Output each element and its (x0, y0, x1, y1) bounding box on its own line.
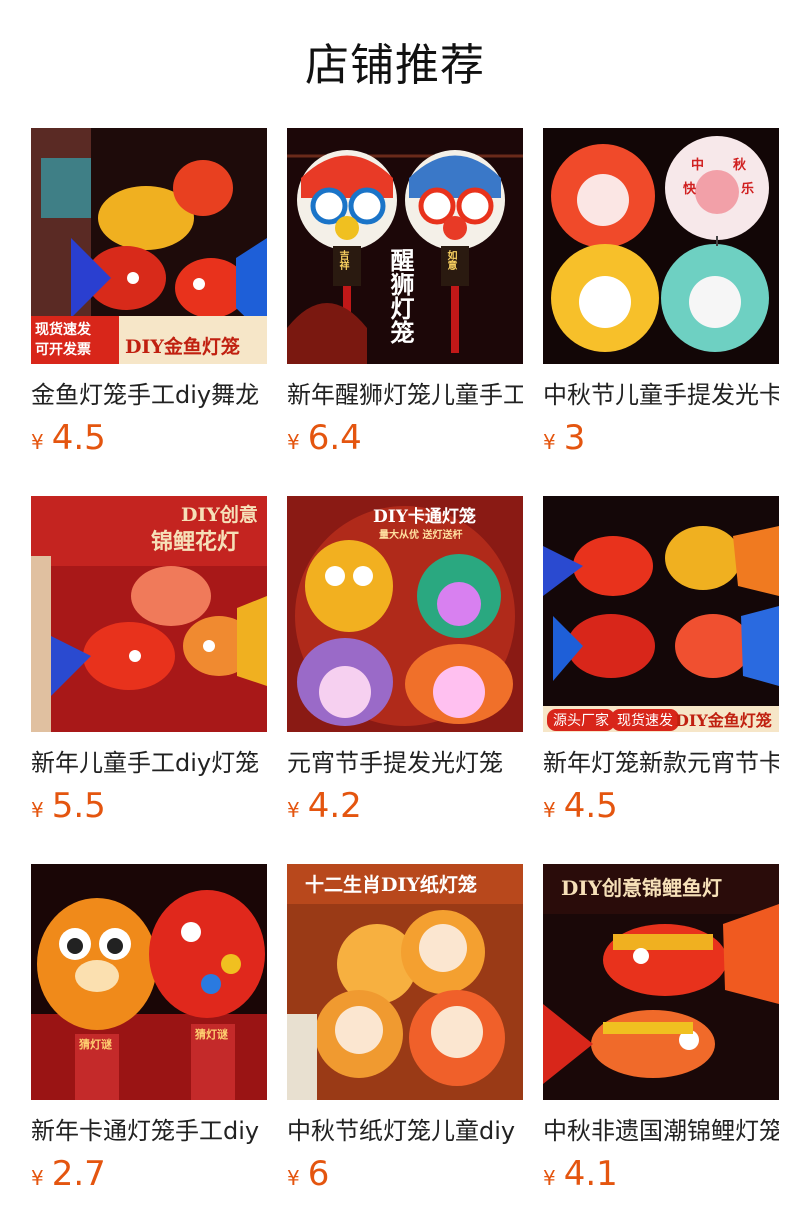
product-name[interactable]: 新年醒狮灯笼儿童手工 (287, 378, 523, 412)
currency-symbol: ¥ (31, 430, 44, 454)
price-value: 6 (307, 1154, 330, 1194)
product-name[interactable]: 新年卡通灯笼手工diy (31, 1114, 267, 1148)
product-card[interactable]: 源头厂家 现货速发 DIY金鱼灯笼 新年灯笼新款元宵节卡 ¥4.5 (543, 496, 779, 832)
product-card[interactable]: DIY卡通灯笼 量大从优 送灯送杆 元宵节手提发光灯笼 ¥4.2 (287, 496, 523, 832)
product-price: ¥6.4 (287, 418, 523, 458)
image-text: 秋 (733, 158, 747, 173)
product-name[interactable]: 新年灯笼新款元宵节卡 (543, 746, 779, 780)
image-tag: 源头厂家 (547, 709, 615, 731)
product-card[interactable]: 中 秋 快 乐 中秋节儿童手提发光卡 ¥3 (543, 128, 779, 464)
price-value: 4.5 (51, 418, 106, 458)
product-price: ¥6 (287, 1154, 523, 1194)
product-image[interactable]: 中 秋 快 乐 (543, 128, 779, 364)
product-image[interactable]: 现货速发 可开发票 DIY金鱼灯笼 (31, 128, 267, 364)
price-value: 2.7 (51, 1154, 106, 1194)
product-price: ¥4.5 (543, 786, 779, 826)
product-card[interactable]: 现货速发 可开发票 DIY金鱼灯笼 金鱼灯笼手工diy舞龙 ¥4.5 (31, 128, 267, 464)
product-price: ¥4.5 (31, 418, 267, 458)
product-price: ¥4.1 (543, 1154, 779, 1194)
image-banner: DIY创意 (181, 504, 258, 526)
product-name[interactable]: 金鱼灯笼手工diy舞龙 (31, 378, 267, 412)
product-image[interactable]: 源头厂家 现货速发 DIY金鱼灯笼 (543, 496, 779, 732)
image-sub-banner: 量大从优 送灯送杆 (379, 530, 463, 541)
image-banner: DIY创意锦鲤鱼灯 (561, 876, 722, 900)
price-value: 3 (563, 418, 586, 458)
product-image[interactable]: DIY创意锦鲤鱼灯 (543, 864, 779, 1100)
price-value: 5.5 (51, 786, 106, 826)
product-price: ¥3 (543, 418, 779, 458)
currency-symbol: ¥ (287, 430, 300, 454)
price-value: 4.2 (307, 786, 362, 826)
currency-symbol: ¥ (287, 798, 300, 822)
product-card[interactable]: 十二生肖DIY纸灯笼 中秋节纸灯笼儿童diy ¥6 (287, 864, 523, 1200)
product-card[interactable]: DIY创意 锦鲤花灯 新年儿童手工diy灯笼 ¥5.5 (31, 496, 267, 832)
currency-symbol: ¥ (543, 430, 556, 454)
image-banner: 醒狮灯笼 (386, 248, 415, 344)
product-name[interactable]: 新年儿童手工diy灯笼 (31, 746, 267, 780)
image-plate: 吉祥 (337, 250, 348, 270)
image-tag: 现货速发 (611, 709, 679, 731)
currency-symbol: ¥ (31, 1166, 44, 1190)
image-text: 猜灯谜 (195, 1028, 228, 1041)
image-banner: DIY金鱼灯笼 (675, 711, 772, 730)
product-card[interactable]: 猜灯谜 猜灯谜 新年卡通灯笼手工diy ¥2.7 (31, 864, 267, 1200)
image-text: 中 (691, 158, 705, 173)
product-image[interactable]: DIY卡通灯笼 量大从优 送灯送杆 (287, 496, 523, 732)
currency-symbol: ¥ (31, 798, 44, 822)
price-value: 4.5 (563, 786, 618, 826)
product-price: ¥2.7 (31, 1154, 267, 1194)
product-name[interactable]: 中秋节纸灯笼儿童diy (287, 1114, 523, 1148)
image-banner: DIY金鱼灯笼 (125, 336, 240, 358)
currency-symbol: ¥ (543, 1166, 556, 1190)
image-banner: 十二生肖DIY纸灯笼 (305, 874, 477, 896)
product-image[interactable]: DIY创意 锦鲤花灯 (31, 496, 267, 732)
currency-symbol: ¥ (543, 798, 556, 822)
image-banner: DIY卡通灯笼 (373, 507, 476, 527)
image-tag: 可开发票 (35, 342, 91, 358)
product-name[interactable]: 中秋节儿童手提发光卡 (543, 378, 779, 412)
product-image[interactable]: 猜灯谜 猜灯谜 (31, 864, 267, 1100)
image-text: 猜灯谜 (79, 1038, 112, 1051)
image-tag: 现货速发 (35, 322, 91, 338)
product-name[interactable]: 元宵节手提发光灯笼 (287, 746, 523, 780)
price-value: 6.4 (307, 418, 362, 458)
product-name[interactable]: 中秋非遗国潮锦鲤灯笼 (543, 1114, 779, 1148)
currency-symbol: ¥ (287, 1166, 300, 1190)
product-card[interactable]: 吉祥 如意 醒狮灯笼 新年醒狮灯笼儿童手工 ¥6.4 (287, 128, 523, 464)
product-image[interactable]: 十二生肖DIY纸灯笼 (287, 864, 523, 1100)
image-plate: 如意 (445, 250, 456, 270)
product-card[interactable]: DIY创意锦鲤鱼灯 中秋非遗国潮锦鲤灯笼 ¥4.1 (543, 864, 779, 1200)
product-price: ¥4.2 (287, 786, 523, 826)
product-image[interactable]: 吉祥 如意 醒狮灯笼 (287, 128, 523, 364)
price-value: 4.1 (563, 1154, 618, 1194)
image-text: 乐 (741, 182, 755, 197)
image-text: 快 (683, 182, 697, 197)
image-banner: 锦鲤花灯 (151, 529, 240, 555)
product-price: ¥5.5 (31, 786, 267, 826)
page-title: 店铺推荐 (305, 40, 485, 91)
